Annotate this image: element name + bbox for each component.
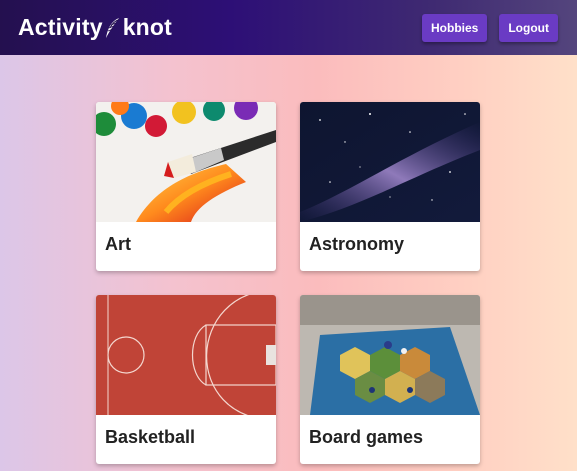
brand-name-part2: knot — [122, 14, 173, 40]
hobby-card-art[interactable]: Art — [96, 102, 276, 271]
card-title: Board games — [309, 427, 424, 447]
hobby-card-board-games[interactable]: Board games — [300, 295, 480, 464]
logout-button[interactable]: Logout — [499, 13, 558, 42]
card-title: Astronomy — [309, 234, 405, 254]
brand-name-part1: Activity — [18, 14, 103, 40]
basketball-court-photo — [96, 295, 276, 415]
feather-icon — [104, 17, 122, 39]
card-title: Basketball — [105, 427, 196, 447]
hobbies-button[interactable]: Hobbies — [422, 13, 488, 42]
board-game-photo — [300, 295, 480, 415]
hobby-card-astronomy[interactable]: Astronomy — [300, 102, 480, 271]
hobby-grid: Art Astronomy Basketball Board games — [96, 102, 480, 464]
brand-logo[interactable]: Activity knot — [18, 14, 172, 41]
card-title: Art — [105, 234, 131, 254]
top-navbar: Activity knot Hobbies Logout — [0, 0, 577, 55]
paintbrush-photo — [96, 102, 276, 222]
milky-way-photo — [300, 102, 480, 222]
hobby-card-basketball[interactable]: Basketball — [96, 295, 276, 464]
